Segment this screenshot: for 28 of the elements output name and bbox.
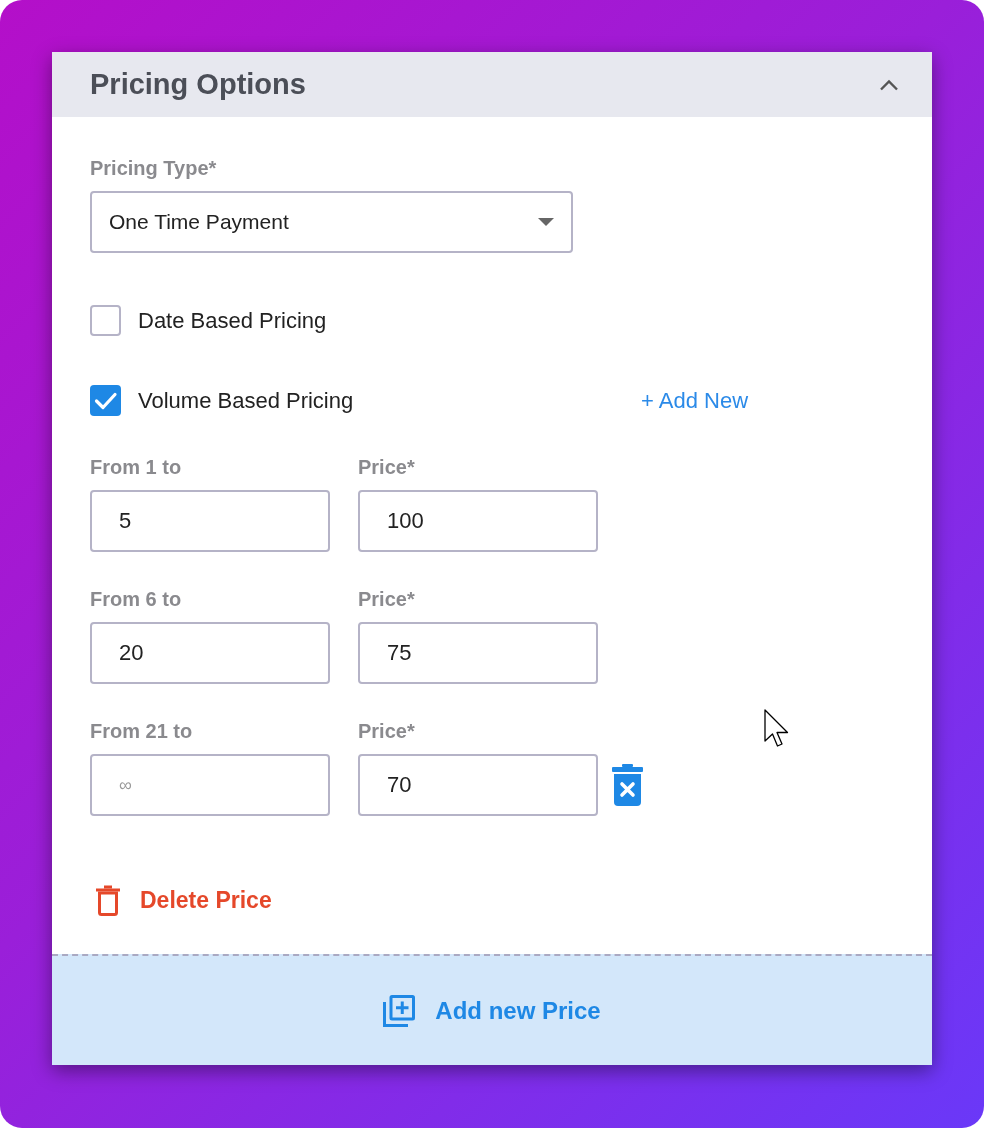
range-end-field[interactable]: 5 — [90, 490, 330, 552]
trash-icon — [96, 885, 120, 916]
delete-price-button[interactable]: Delete Price — [96, 885, 272, 916]
field-label: Pricing Type* — [90, 156, 217, 180]
checkbox-label[interactable]: Date Based Pricing — [138, 307, 327, 334]
price-label: Price* — [358, 587, 416, 611]
pricing-type-dropdown[interactable]: One Time Payment — [90, 191, 573, 253]
trash-x-icon[interactable] — [612, 764, 643, 806]
range-label: From 21 to — [90, 719, 194, 743]
dropdown-caret-icon — [538, 218, 554, 226]
price-label: Price* — [358, 719, 416, 743]
range-end-field[interactable]: 20 — [90, 622, 330, 684]
price-label: Price* — [358, 455, 416, 479]
price-field[interactable]: 70 — [358, 754, 598, 816]
panel-title: Pricing Options — [90, 68, 306, 101]
mouse-pointer-icon — [764, 709, 791, 748]
checkbox-label[interactable]: Volume Based Pricing — [138, 387, 354, 414]
price-field[interactable]: 75 — [358, 622, 598, 684]
panel-header[interactable]: Pricing Options — [52, 52, 932, 117]
checkbox[interactable] — [90, 305, 121, 336]
add-new-link[interactable]: + Add New — [641, 387, 748, 414]
range-label: From 1 to — [90, 455, 183, 479]
add-to-stack-icon — [383, 994, 416, 1027]
chevron-up-icon[interactable] — [879, 78, 899, 91]
range-label: From 6 to — [90, 587, 183, 611]
price-field[interactable]: 100 — [358, 490, 598, 552]
checkbox[interactable] — [90, 385, 121, 416]
dropdown-value: One Time Payment — [109, 210, 289, 234]
